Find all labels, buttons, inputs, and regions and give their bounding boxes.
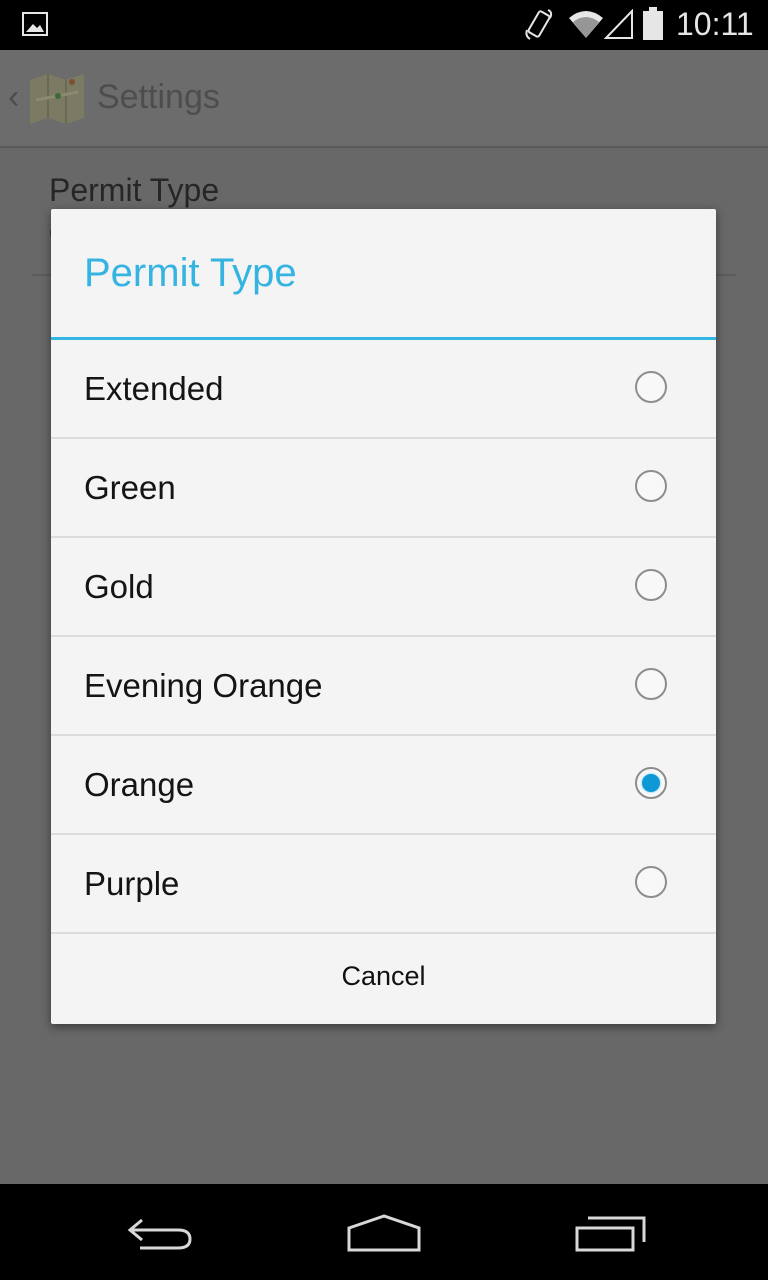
radio-button-checked[interactable]	[635, 767, 667, 799]
option-label: Evening Orange	[84, 667, 323, 704]
radio-button[interactable]	[635, 470, 667, 502]
option-purple[interactable]: Purple	[51, 835, 716, 934]
option-extended[interactable]: Extended	[51, 340, 716, 439]
option-label: Gold	[84, 568, 154, 605]
map-app-icon[interactable]	[28, 70, 86, 131]
home-icon[interactable]	[346, 1214, 422, 1259]
rotate-icon	[524, 8, 554, 47]
options-list: Extended Green Gold Evening Orange Orang…	[51, 340, 716, 934]
option-label: Orange	[84, 766, 195, 803]
navigation-bar	[0, 1184, 768, 1280]
status-bar: 10:11	[0, 0, 768, 50]
preference-title[interactable]: Permit Type	[49, 172, 219, 209]
cancel-button[interactable]: Cancel	[51, 929, 716, 1024]
back-chevron-icon[interactable]: ‹	[8, 78, 19, 117]
option-green[interactable]: Green	[51, 439, 716, 538]
option-label: Extended	[84, 370, 224, 407]
action-bar: ‹ Settings	[0, 50, 768, 148]
option-evening-orange[interactable]: Evening Orange	[51, 637, 716, 736]
option-label: Green	[84, 469, 176, 506]
wifi-icon	[568, 9, 604, 44]
option-gold[interactable]: Gold	[51, 538, 716, 637]
signal-icon	[603, 8, 634, 44]
battery-icon	[642, 7, 664, 46]
option-orange[interactable]: Orange	[51, 736, 716, 835]
back-icon[interactable]	[124, 1216, 196, 1261]
radio-button[interactable]	[635, 569, 667, 601]
radio-button[interactable]	[635, 866, 667, 898]
radio-button[interactable]	[635, 668, 667, 700]
picture-notification-icon	[22, 12, 48, 41]
radio-button[interactable]	[635, 371, 667, 403]
status-clock: 10:11	[676, 6, 754, 42]
option-label: Purple	[84, 865, 180, 902]
screen: 10:11 ‹ Settings Permit Type O Permit Ty…	[0, 0, 768, 1280]
recent-apps-icon[interactable]	[574, 1214, 648, 1259]
permit-type-dialog: Permit Type Extended Green Gold Evening …	[51, 209, 716, 1024]
dialog-title: Permit Type	[84, 251, 297, 295]
action-bar-title: Settings	[97, 78, 220, 116]
